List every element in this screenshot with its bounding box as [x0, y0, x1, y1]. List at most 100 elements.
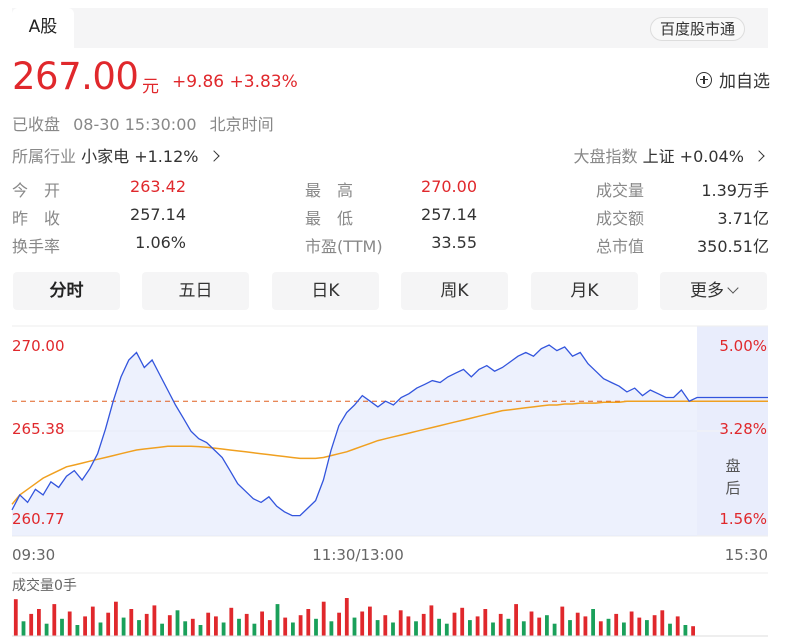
- volume-bar: [306, 609, 311, 636]
- x-tick-open: 09:30: [12, 546, 55, 564]
- volume-bar: [21, 621, 26, 636]
- volume-bar: [468, 620, 472, 636]
- volume-bar: [144, 613, 149, 636]
- volume-bar: [267, 620, 272, 636]
- volume-bar: [498, 613, 503, 636]
- volume-bar: [198, 625, 203, 636]
- volume-bar: [260, 611, 264, 636]
- volume-bar: [583, 616, 588, 636]
- volume-bar: [368, 606, 372, 636]
- volume-bar: [437, 618, 441, 636]
- volume-bar: [614, 613, 619, 636]
- volume-bar: [406, 616, 411, 636]
- volume-bar: [275, 604, 280, 636]
- volume-bar: [75, 625, 80, 636]
- volume-bar: [545, 615, 549, 636]
- volume-bar: [668, 623, 672, 636]
- y-tick-left-mid: 265.38: [12, 420, 65, 438]
- volume-bar: [283, 617, 288, 636]
- volume-bar: [683, 625, 688, 636]
- volume-bar: [552, 623, 557, 636]
- volume-bar: [214, 616, 218, 636]
- volume-bar: [645, 620, 649, 636]
- volume-bar: [329, 621, 334, 636]
- volume-bar: [152, 605, 157, 636]
- volume-bar: [591, 609, 595, 636]
- volume-bar: [229, 607, 234, 636]
- volume-bar: [83, 616, 87, 636]
- volume-bar: [175, 610, 180, 636]
- stock-card: A股 百度股市通 267.00 元 +9.86 +3.83% 加自选 已收盘 0…: [0, 0, 803, 644]
- y-tick-right-bottom: 1.56%: [719, 510, 767, 528]
- volume-bar: [537, 617, 542, 636]
- volume-bar: [452, 612, 457, 636]
- volume-bar: [529, 611, 534, 636]
- volume-label: 成交量0手: [12, 577, 77, 594]
- volume-bar: [391, 622, 395, 636]
- volume-bar: [575, 612, 580, 636]
- volume-bar: [90, 606, 95, 636]
- volume-bar: [652, 615, 657, 636]
- volume-bar: [691, 626, 695, 636]
- volume-bar: [375, 620, 380, 636]
- volume-bar: [206, 612, 211, 636]
- volume-bar: [52, 604, 57, 636]
- volume-bar: [506, 618, 511, 636]
- volume-bar: [352, 617, 357, 636]
- volume-bar: [337, 612, 341, 636]
- volume-bar: [252, 623, 257, 636]
- volume-bar: [298, 615, 303, 636]
- volume-bar: [360, 611, 365, 636]
- y-tick-right-mid: 3.28%: [719, 420, 767, 438]
- volume-bar: [244, 613, 249, 636]
- price-plot: [11, 344, 768, 536]
- x-tick-close: 15:30: [725, 546, 768, 564]
- volume-bar: [606, 618, 611, 636]
- volume-bar: [629, 611, 634, 636]
- volume-bar: [106, 612, 111, 636]
- volume-bar: [460, 607, 465, 636]
- y-tick-left-top: 270.00: [12, 337, 65, 355]
- volume-bar: [521, 621, 526, 636]
- volume-bar: [167, 615, 172, 636]
- intraday-chart[interactable]: 270.00 265.38 260.77 5.00% 3.28% 1.56% 盘…: [0, 0, 803, 644]
- volume-bar: [183, 621, 188, 636]
- y-tick-left-bottom: 260.77: [12, 510, 65, 528]
- volume-bar: [321, 601, 326, 636]
- volume-bar: [660, 610, 665, 636]
- volume-bar: [13, 599, 18, 636]
- x-tick-midday: 11:30/13:00: [312, 546, 404, 564]
- volume-bar: [429, 605, 434, 636]
- volume-bar: [137, 620, 141, 636]
- volume-bar: [314, 618, 318, 636]
- volume-bar: [237, 618, 241, 636]
- volume-bar: [221, 622, 226, 636]
- volume-bar: [483, 609, 488, 636]
- volume-bar: [98, 622, 103, 636]
- volume-bar: [568, 620, 572, 636]
- volume-bar: [114, 601, 118, 636]
- volume-bar: [444, 623, 449, 636]
- volume-bar: [129, 609, 134, 636]
- price-area-fill: [12, 345, 697, 536]
- volume-bar: [44, 623, 49, 636]
- volume-bar: [622, 622, 626, 636]
- volume-bar: [414, 621, 418, 636]
- volume-bar: [37, 609, 41, 636]
- volume-bar: [60, 618, 64, 636]
- volume-bar: [383, 615, 388, 636]
- volume-bar: [121, 617, 126, 636]
- volume-bar: [421, 613, 426, 636]
- after-hours-label-1: 盘: [725, 457, 740, 475]
- volume-bar: [598, 621, 603, 636]
- volume-bar: [29, 613, 34, 636]
- after-hours-label-2: 后: [725, 479, 740, 497]
- y-tick-right-top: 5.00%: [719, 337, 767, 355]
- volume-bar: [398, 610, 403, 636]
- volume-bar: [291, 622, 295, 636]
- volume-bar: [491, 622, 495, 636]
- volume-bar: [190, 618, 195, 636]
- volume-bar: [675, 616, 680, 636]
- volume-bar: [344, 598, 349, 636]
- volume-bar: [560, 606, 565, 636]
